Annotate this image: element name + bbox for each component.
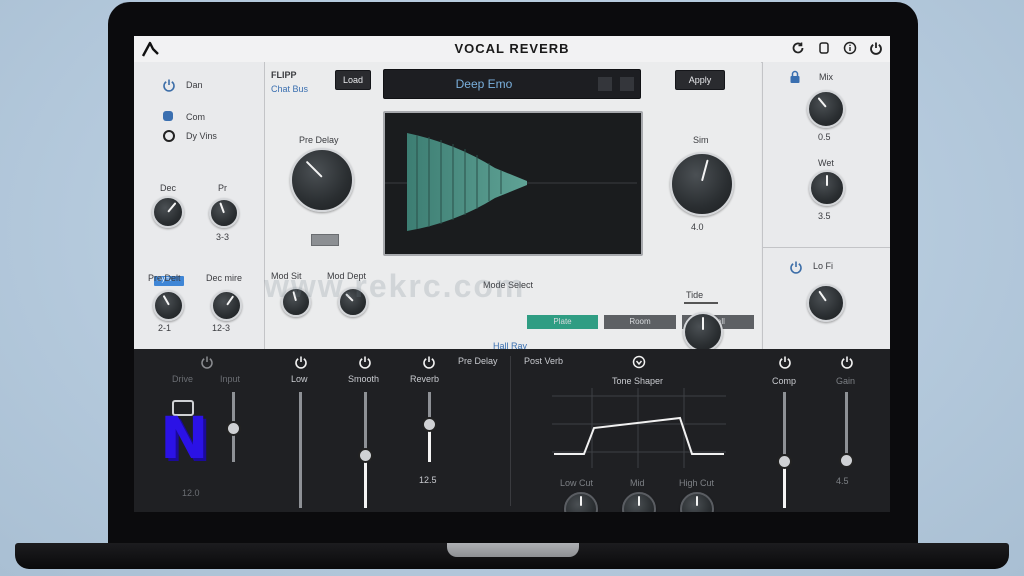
preset-prev-button[interactable] (598, 77, 612, 91)
channel-3-power-icon[interactable] (358, 355, 372, 369)
comp-fader-handle[interactable] (777, 454, 792, 469)
high-cut-label: High Cut (679, 478, 715, 488)
tone-shaper-curve[interactable] (552, 388, 726, 472)
mix-value: 0.5 (818, 132, 831, 142)
comp-label: Comp (772, 376, 797, 386)
gain-fader-track[interactable] (845, 392, 848, 462)
radio-option-1[interactable] (163, 111, 173, 121)
mix-label: Mix (819, 72, 833, 82)
pre-delay-section-title: Pre Delay (458, 356, 498, 366)
pre-delay-value-box[interactable] (311, 234, 339, 246)
reverb-label: Reverb (410, 374, 440, 384)
preset-name: Deep Emo (455, 77, 513, 91)
radio-option-2[interactable] (163, 130, 175, 142)
right-panel: Mix 0.5 Wet 3.5 Lo Fi (762, 62, 890, 349)
wet-knob[interactable] (809, 170, 845, 206)
load-button[interactable]: Load (335, 70, 371, 90)
pre-delt-value: 2-1 (158, 323, 172, 333)
low-label: Low (291, 374, 308, 384)
dec-mire-knob[interactable] (211, 290, 242, 321)
decay-knob-label: Dec (160, 183, 177, 193)
plugin-window: VOCAL REVERB Dan Com Dy Vins Dec Pr 3-3 … (134, 36, 890, 512)
channel-1-power-icon[interactable] (200, 355, 214, 369)
decay-shape-graph (385, 133, 637, 231)
low-cut-label: Low Cut (560, 478, 594, 488)
dec-mire-label: Dec mire (206, 273, 243, 283)
wet-value: 3.5 (818, 211, 831, 221)
tone-shaper-title: Tone Shaper (612, 376, 664, 386)
plugin-title: VOCAL REVERB (454, 41, 570, 56)
wet-label: Wet (818, 158, 834, 168)
predelay-value: 3-3 (216, 232, 230, 242)
pre-delay-big-label: Pre Delay (299, 135, 339, 145)
preset-next-button[interactable] (620, 77, 634, 91)
smooth-label: Smooth (348, 374, 380, 384)
tide-line (684, 302, 718, 304)
tide-knob[interactable] (683, 312, 723, 352)
title-bar: VOCAL REVERB (134, 36, 890, 63)
mix-knob[interactable] (807, 90, 845, 128)
watermark: www.rekrc.com (264, 268, 526, 304)
info-icon[interactable] (842, 40, 858, 56)
decay-knob[interactable] (152, 196, 184, 228)
n-brand-logo: N (160, 404, 209, 472)
size-big-knob[interactable] (670, 152, 734, 216)
mid-label: Mid (630, 478, 645, 488)
lower-section-divider (510, 356, 511, 506)
channel-4-power-icon[interactable] (422, 355, 436, 369)
smooth-fader-handle[interactable] (358, 448, 373, 463)
size-value: 4.0 (691, 222, 704, 232)
lower-mixer-section (134, 349, 890, 512)
left-panel: Dan Com Dy Vins Dec Pr 3-3 Sym Pre Delt … (134, 62, 265, 349)
apply-button[interactable]: Apply (675, 70, 725, 90)
gain-power-icon[interactable] (840, 355, 854, 369)
eq-power-icon[interactable] (632, 355, 646, 369)
lock-icon[interactable] (789, 70, 801, 84)
mode-plate-button[interactable]: Plate (527, 315, 598, 329)
copy-icon[interactable] (816, 40, 832, 56)
reverb-fader-handle[interactable] (422, 417, 437, 432)
post-verb-section-title: Post Verb (524, 356, 564, 366)
drive-value: 12.0 (182, 488, 200, 498)
size-big-label: Sim (693, 135, 709, 145)
power-label: Dan (186, 80, 203, 90)
reverb-value: 12.5 (419, 475, 437, 485)
lofi-knob[interactable] (807, 284, 845, 322)
pre-delt-knob[interactable] (153, 290, 184, 321)
power-icon[interactable] (868, 40, 884, 56)
preset-selector[interactable]: Deep Emo (383, 69, 641, 99)
radio-option-2-label: Dy Vins (186, 131, 217, 141)
preset-sub-label: Chat Bus (271, 84, 309, 94)
gain-label: Gain (836, 376, 856, 386)
comp-power-icon[interactable] (778, 355, 792, 369)
bypass-power-icon[interactable] (162, 78, 176, 92)
preset-group-label: FLIPP (271, 70, 297, 80)
pre-delay-big-knob[interactable] (290, 148, 354, 212)
dec-mire-value: 12-3 (212, 323, 231, 333)
drive-label: Drive (172, 374, 194, 384)
reverb-decay-display (383, 111, 643, 256)
tide-label: Tide (686, 290, 704, 300)
right-panel-divider (762, 247, 890, 248)
lofi-power-icon[interactable] (789, 260, 803, 274)
gain-fader-handle[interactable] (839, 453, 854, 468)
predelay-knob[interactable] (209, 198, 239, 228)
radio-option-1-label: Com (186, 112, 206, 122)
laptop-notch (447, 543, 579, 557)
gain-value: 4.5 (836, 476, 849, 486)
mode-room-button[interactable]: Room (604, 315, 676, 329)
input-fader-handle[interactable] (226, 421, 241, 436)
input-label: Input (220, 374, 241, 384)
refresh-icon[interactable] (790, 40, 806, 56)
low-fader-track[interactable] (299, 392, 302, 508)
pre-delt-label: Pre Delt (148, 273, 181, 283)
lofi-label: Lo Fi (813, 261, 834, 271)
comp-fader-fill (783, 466, 786, 508)
predelay-knob-label: Pr (218, 183, 227, 193)
channel-2-power-icon[interactable] (294, 355, 308, 369)
